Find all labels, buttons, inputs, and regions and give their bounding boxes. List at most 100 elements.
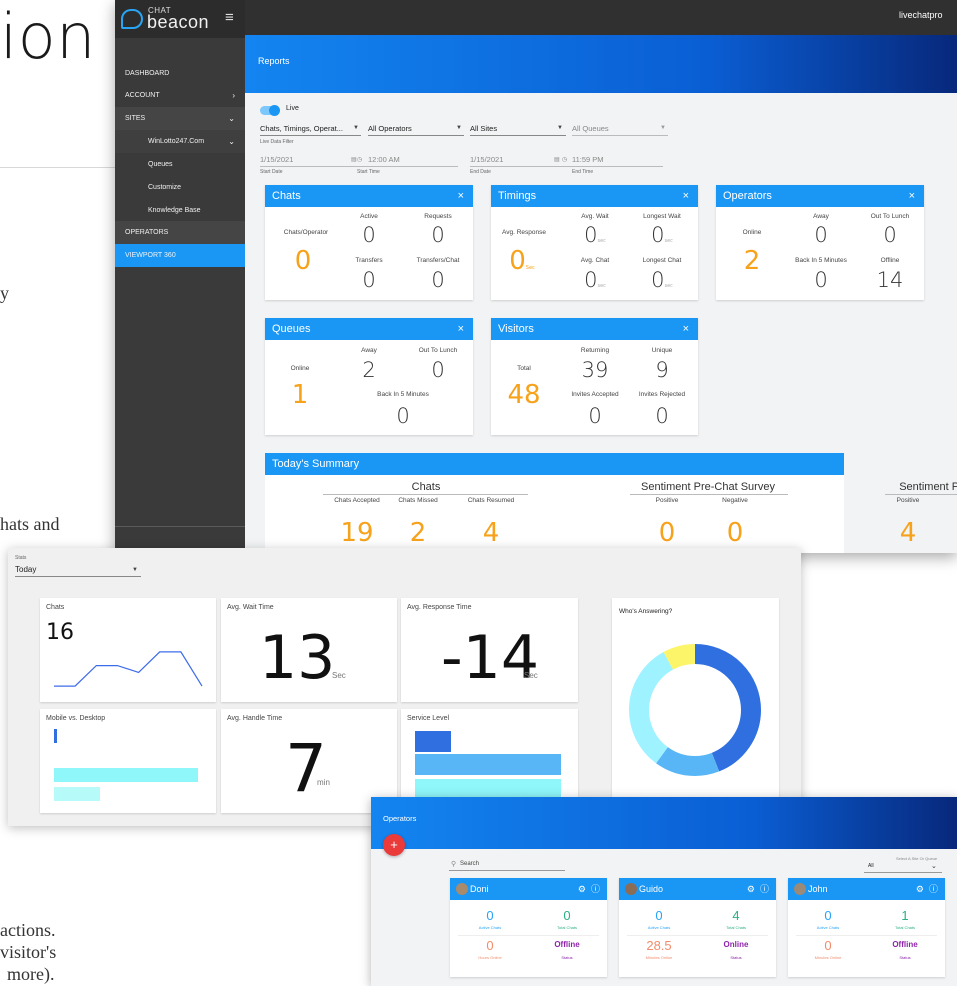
chats-resumed-value: 4 [482,518,500,548]
background-heading-fragment: ion [0,0,96,73]
site-queue-filter[interactable]: All [868,863,874,869]
stat-label: Positive [896,497,920,504]
stat-label: Out To Lunch [870,213,910,220]
stat-label: Invites Accepted [571,391,619,398]
stat-label: Invites Rejected [638,391,686,398]
calendar-icon[interactable]: ▤ [351,156,357,163]
menu-icon[interactable]: ≡ [225,9,234,26]
stat-label: Out To Lunch [418,347,458,354]
operator-card[interactable]: Guido ⚙ ⓘ 0 Active Chats 4 Total Chats 2… [619,878,776,977]
search-input[interactable]: Search [460,861,479,867]
stat-label: Transfers [355,257,383,264]
bar [415,754,561,775]
summary-divider [323,494,528,495]
operator-card[interactable]: John ⚙ ⓘ 0 Active Chats 1 Total Chats 0 … [788,878,945,977]
gear-icon[interactable]: ⚙ [747,884,755,894]
active-chats-label: Active Chats [647,925,671,930]
stat-label: Away [813,213,829,220]
total-chats-value: 4 [732,908,740,923]
mobile-desktop-tile: Mobile vs. Desktop [40,709,216,813]
sidebar-item-knowledge-base[interactable]: Knowledge Base [115,199,245,222]
stats-period-select[interactable]: Today [15,565,36,574]
reports-window: CHAT beacon ≡ DASHBOARD ACCOUNT › SITES ⌄ … [115,0,957,553]
whos-answering-donut [629,644,761,776]
avg-chat-number: 0 [584,268,598,292]
stat-label: Chats Missed [398,497,438,504]
close-icon[interactable]: × [909,185,915,207]
summary-header: Today's Summary [265,453,844,475]
avg-wait-value: 0sec [584,223,606,247]
close-icon[interactable]: × [458,185,464,207]
close-icon[interactable]: × [458,318,464,340]
sidebar-item-sites[interactable]: SITES ⌄ [115,107,245,130]
start-time-input[interactable]: 12:00 AM [368,155,400,164]
caret-down-icon: ▼ [660,125,666,131]
operators-page-title: Operators [383,814,417,823]
background-divider [0,167,130,168]
transfers-per-chat-value: 0 [431,268,445,292]
chats-series-line [54,651,203,687]
unit-label: Sec [525,265,535,271]
unit-label: Sec [524,671,538,680]
operator-card-header: Guido ⚙ ⓘ [619,878,776,900]
card-divider [458,935,599,936]
info-icon[interactable]: ⓘ [929,884,938,894]
operator-card-header: John ⚙ ⓘ [788,878,945,900]
data-filter-underline [260,135,361,136]
avatar [456,883,468,895]
operator-name: Guido [639,884,664,894]
info-icon[interactable]: ⓘ [760,884,769,894]
sidebar-item-viewport-360[interactable]: VIEWPORT 360 [115,244,245,267]
start-date-input[interactable]: 1/15/2021 [260,155,293,164]
close-icon[interactable]: × [683,318,689,340]
operator-name: Doni [470,884,489,894]
sidebar-item-site[interactable]: WinLotto247.Com ⌄ [115,130,245,153]
gear-icon[interactable]: ⚙ [578,884,586,894]
info-icon[interactable]: ⓘ [591,884,600,894]
sidebar-item-queues[interactable]: Queues [115,153,245,176]
stat-label: Back In 5 Minutes [795,257,847,264]
chevron-right-icon: › [232,91,235,100]
chevron-down-icon: ⌄ [228,114,235,123]
calendar-icon[interactable]: ▤ [554,156,560,163]
sidebar-item-operators[interactable]: OPERATORS [115,221,245,244]
operators-lunch-value: 0 [883,223,897,247]
stat-label: Chats Accepted [334,497,380,504]
data-filter-select[interactable]: Chats, Timings, Operat... [260,124,343,133]
sidebar-item-account[interactable]: ACCOUNT › [115,84,245,107]
operators-select[interactable]: All Operators [368,124,412,133]
user-name[interactable]: livechatpro [899,10,943,20]
status-value: Online [723,940,749,949]
gear-icon[interactable]: ⚙ [916,884,924,894]
unit-label: sec [597,283,606,289]
visitors-card: Visitors × Total 48 Returning 39 Unique … [491,318,698,435]
caret-down-icon: ▼ [353,125,359,131]
caret-down-icon: ▼ [456,125,462,131]
end-time-input[interactable]: 11:59 PM [572,155,604,164]
queues-select[interactable]: All Queues [572,124,609,133]
summary-body: Chats Chats Accepted 19 Chats Missed 2 C… [265,475,957,553]
timings-card: Timings × Avg. Response 0Sec Avg. Wait 0… [491,185,698,300]
chats-card: Chats × Chats/Operator 0 Active 0 Reques… [265,185,473,300]
close-icon[interactable]: × [683,185,689,207]
add-operator-button[interactable]: + [383,834,405,856]
sites-select-underline [470,135,566,136]
stat-label: Avg. Response [502,229,546,236]
start-date-underline [260,166,361,167]
stat-label: Negative [722,497,748,504]
background-text-line: actions. [0,920,56,940]
unit-label: sec [664,283,673,289]
end-time-underline [562,166,663,167]
live-toggle-knob[interactable] [269,105,280,116]
avg-response-value: -14 [441,623,539,693]
chevron-down-icon[interactable]: ⌄ [931,862,937,870]
end-date-input[interactable]: 1/15/2021 [470,155,503,164]
sidebar-item-label: SITES [125,115,146,122]
operator-card[interactable]: Doni ⚙ ⓘ 0 Active Chats 0 Total Chats 0 … [450,878,607,977]
sites-select[interactable]: All Sites [470,124,497,133]
bar [54,768,198,782]
sidebar-item-customize[interactable]: Customize [115,176,245,199]
operator-card-actions: ⚙ ⓘ [747,878,769,900]
time-online-label: Minutes Online [645,955,673,960]
sidebar-item-dashboard[interactable]: DASHBOARD [115,62,245,85]
